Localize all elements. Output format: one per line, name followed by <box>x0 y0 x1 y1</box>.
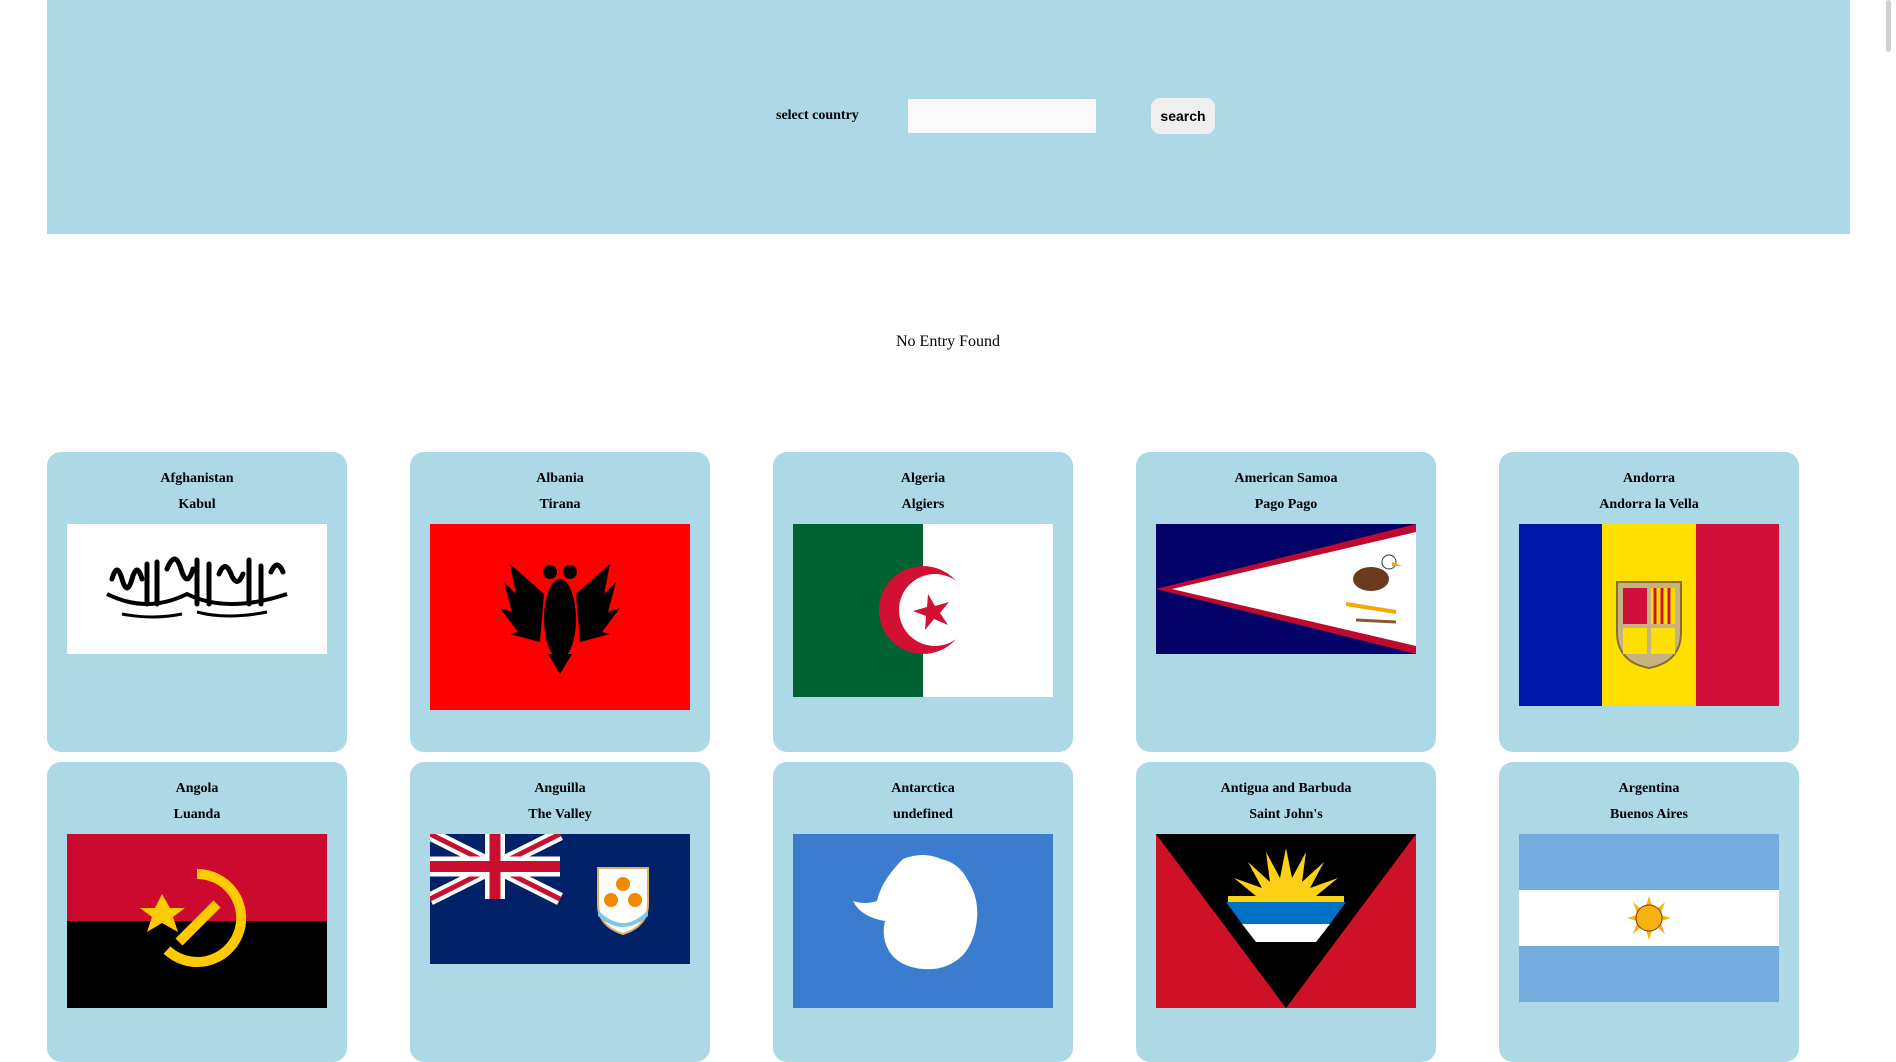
country-capital: Luanda <box>173 807 221 822</box>
afghanistan-flag-icon <box>67 524 327 654</box>
argentina-flag-icon <box>1519 834 1779 1002</box>
country-capital: undefined <box>893 807 953 822</box>
country-name: Argentina <box>1618 781 1680 796</box>
angola-flag-icon <box>67 834 327 1008</box>
search-button[interactable]: search <box>1151 98 1215 134</box>
country-card-american-samoa[interactable]: American Samoa Pago Pago <box>1136 452 1436 752</box>
country-card-antarctica[interactable]: Antarctica undefined <box>773 762 1073 1062</box>
antarctica-flag-icon <box>793 834 1053 1008</box>
country-name: Algeria <box>900 471 946 486</box>
anguilla-flag-icon <box>430 834 690 964</box>
andorra-flag-icon <box>1519 524 1779 706</box>
country-capital: Andorra la Vella <box>1599 497 1699 512</box>
page-scrollbar[interactable] <box>1882 0 1896 976</box>
country-name: Afghanistan <box>160 471 234 486</box>
country-capital: Kabul <box>178 497 216 512</box>
antigua-and-barbuda-flag-icon <box>1156 834 1416 1008</box>
country-name: American Samoa <box>1234 471 1338 486</box>
country-capital: Algiers <box>901 497 945 512</box>
country-name: Antigua and Barbuda <box>1220 781 1352 796</box>
american-samoa-flag-icon <box>1156 524 1416 654</box>
country-name: Albania <box>536 471 584 486</box>
search-input[interactable] <box>908 99 1096 133</box>
search-header: select country search <box>47 0 1850 234</box>
country-card-algeria[interactable]: Algeria Algiers <box>773 452 1073 752</box>
search-label: select country <box>776 108 859 123</box>
country-card-angola[interactable]: Angola Luanda <box>47 762 347 1062</box>
country-capital: The Valley <box>528 807 592 822</box>
algeria-flag-icon <box>793 524 1053 697</box>
country-capital: Saint John's <box>1249 807 1323 822</box>
country-capital: Buenos Aires <box>1610 807 1688 822</box>
country-name: Antarctica <box>891 781 955 796</box>
country-name: Angola <box>175 781 219 796</box>
country-card-anguilla[interactable]: Anguilla The Valley <box>410 762 710 1062</box>
country-name: Anguilla <box>534 781 586 796</box>
country-card-albania[interactable]: Albania Tirana <box>410 452 710 752</box>
scrollbar-thumb[interactable] <box>1886 0 1891 52</box>
country-card-antigua-and-barbuda[interactable]: Antigua and Barbuda Saint John's <box>1136 762 1436 1062</box>
country-capital: Pago Pago <box>1254 497 1318 512</box>
country-card-afghanistan[interactable]: Afghanistan Kabul <box>47 452 347 752</box>
country-capital: Tirana <box>539 497 581 512</box>
country-card-andorra[interactable]: Andorra Andorra la Vella <box>1499 452 1799 752</box>
albania-flag-icon <box>430 524 690 710</box>
country-card-argentina[interactable]: Argentina Buenos Aires <box>1499 762 1799 1062</box>
country-name: Andorra <box>1622 471 1676 486</box>
status-message: No Entry Found <box>896 333 1000 350</box>
